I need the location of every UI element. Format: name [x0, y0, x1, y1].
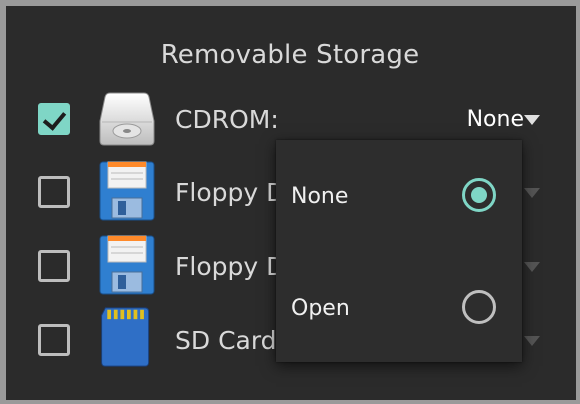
chevron-down-icon[interactable]: [524, 115, 540, 125]
device-label: CDROM:: [175, 105, 279, 134]
floppy-disk-icon: [99, 235, 155, 295]
floppy-2-checkbox[interactable]: [38, 250, 70, 282]
sd-card-checkbox[interactable]: [38, 324, 70, 356]
chevron-down-icon[interactable]: [524, 262, 540, 272]
cdrom-options-popup: None Open: [276, 140, 522, 362]
sd-card-icon: [101, 307, 150, 367]
option-label: Open: [291, 296, 350, 321]
option-none[interactable]: None: [276, 166, 522, 226]
cdrom-checkbox[interactable]: [38, 103, 70, 135]
device-label: Floppy D: [175, 252, 286, 281]
radio-selected-icon[interactable]: [462, 178, 496, 212]
device-label: Floppy D: [175, 178, 286, 207]
checkmark-icon: [42, 106, 67, 131]
section-title: Removable Storage: [160, 40, 420, 70]
cdrom-value-select[interactable]: None: [467, 107, 524, 132]
chevron-down-icon[interactable]: [524, 188, 540, 198]
floppy-1-checkbox[interactable]: [38, 176, 70, 208]
floppy-disk-icon: [99, 161, 155, 221]
device-label: SD Card:: [175, 326, 285, 355]
cdrom-drive-icon: [99, 92, 155, 146]
chevron-down-icon[interactable]: [524, 336, 540, 346]
option-open[interactable]: Open: [276, 278, 522, 338]
option-label: None: [291, 184, 349, 209]
radio-unselected-icon[interactable]: [462, 290, 496, 324]
